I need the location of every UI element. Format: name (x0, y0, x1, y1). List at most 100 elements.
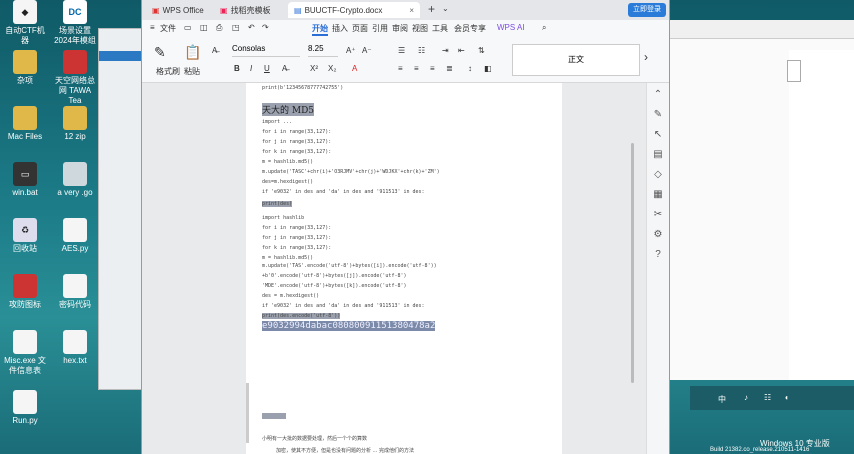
help-icon[interactable]: ? (652, 249, 664, 261)
justify-icon[interactable]: ≣ (446, 64, 453, 73)
font-color-icon[interactable]: A (352, 64, 357, 73)
menu-review[interactable]: 审阅 (392, 23, 408, 34)
desktop-icon-mac-files[interactable]: Mac Files (2, 106, 48, 142)
document-line[interactable]: print(b'12345678777742755') (262, 85, 343, 91)
document-line[interactable]: import ... (262, 119, 292, 125)
chart-icon[interactable]: ▦ (652, 189, 664, 201)
desktop-icon-ctf[interactable]: ◆ 自动CTF机器 (2, 0, 48, 46)
chevron-up-icon[interactable]: ⌃ (652, 89, 664, 101)
network-icon[interactable]: ☷ (764, 393, 771, 402)
desktop-icon-go[interactable]: a very .go (52, 162, 98, 198)
document-line[interactable]: for i in range(33,127): (262, 129, 331, 135)
scrollbar[interactable] (631, 143, 634, 383)
pen-icon[interactable]: ✎ (652, 109, 664, 121)
explorer-window[interactable] (98, 28, 144, 390)
preview-icon[interactable]: ◳ (232, 23, 240, 32)
clear-format-icon[interactable]: A̶ (212, 46, 217, 55)
settings-icon[interactable]: ⚙ (652, 229, 664, 241)
document-line[interactable]: for j in range(33,127): (262, 139, 331, 145)
close-tab-icon[interactable]: × (409, 6, 414, 15)
font-size-select[interactable]: 8.25 (308, 44, 338, 57)
document-line[interactable]: 小明有一大批的数据要处理，然后一个个的算数 (262, 435, 367, 442)
format-painter-icon[interactable]: ✎ (154, 44, 166, 61)
menu-reference[interactable]: 引用 (372, 23, 388, 34)
bullet-list-icon[interactable]: ☰ (398, 46, 405, 55)
undo-icon[interactable]: ↶ (248, 23, 255, 32)
chevron-down-icon[interactable]: ⌄ (442, 4, 449, 13)
document-line[interactable]: for i in range(33,127): (262, 225, 331, 231)
desktop-icon-scenario[interactable]: DC 场景设置 2024年模组 (52, 0, 98, 46)
document-line[interactable]: for k in range(33,127): (262, 149, 331, 155)
menu-member[interactable]: 会员专享 (454, 23, 486, 34)
subscript-icon[interactable]: X₂ (328, 64, 336, 73)
ime-language[interactable]: 中 (718, 394, 726, 405)
document-line[interactable]: 天大的 MD5 (262, 103, 315, 116)
menu-start[interactable]: 开始 (312, 23, 328, 36)
desktop-icon-attack[interactable]: 攻防图标 (2, 274, 48, 310)
login-button[interactable]: 立即登录 (628, 3, 666, 17)
volume-icon[interactable]: ◖ (784, 393, 789, 402)
italic-button[interactable]: I (250, 64, 252, 73)
menu-insert[interactable]: 插入 (332, 23, 348, 34)
document-line[interactable]: 'MDE'.encode('utf-8')+bytes([k]).encode(… (262, 283, 407, 289)
desktop-icon-misc-exe[interactable]: Misc.exe 文件信息表 (2, 330, 48, 376)
new-tab-button[interactable]: + (428, 2, 435, 16)
align-center-icon[interactable]: ≡ (414, 64, 419, 73)
document-line[interactable]: 加密，使其不方便，但是也没有问题的分析 ... 完成他们的方法 (276, 447, 414, 454)
desktop-icon-crypto-code[interactable]: 密码代码 (52, 274, 98, 310)
layout-icon[interactable]: ▤ (652, 149, 664, 161)
document-line[interactable]: m.update('TAS'.encode('utf-8')+bytes([i]… (262, 263, 437, 269)
document-line[interactable]: des = m.hexdigest() (262, 293, 319, 299)
menu-icon[interactable]: ≡ (150, 23, 155, 32)
font-shrink-icon[interactable]: A⁻ (362, 46, 372, 55)
menu-page[interactable]: 页面 (352, 23, 368, 34)
sort-icon[interactable]: ⇅ (478, 46, 485, 55)
document-line[interactable]: if 'e9032' in des and 'da' in des and '9… (262, 303, 425, 309)
document-line[interactable]: +b'0'.encode('utf-8')+bytes([j]).encode(… (262, 273, 407, 279)
bold-button[interactable]: B (234, 64, 240, 73)
paste-button[interactable]: 粘贴 (184, 66, 200, 77)
shape-icon[interactable]: ◇ (652, 169, 664, 181)
select-icon[interactable]: ↖ (652, 129, 664, 141)
redo-icon[interactable]: ↷ (262, 23, 269, 32)
document-page[interactable]: print(b'12345678777742755') 天大的 MD5 import… (246, 83, 562, 454)
format-painter-button[interactable]: 格式刷 (156, 66, 180, 77)
desktop-icon-bat[interactable]: ▭ win.bat (2, 162, 48, 198)
desktop-icon-hex[interactable]: hex.txt (52, 330, 98, 366)
wps-writer-window[interactable]: ▣ WPS Office ▣ 找稻壳模板 ▤ BUUCTF-Crypto.doc… (141, 0, 670, 454)
document-line[interactable]: ........ (262, 413, 287, 419)
menu-wps-ai[interactable]: WPS AI (497, 23, 525, 32)
background-window-right[interactable] (668, 20, 854, 380)
document-line[interactable]: import hashlib (262, 215, 304, 221)
print-icon[interactable]: ⎙ (216, 23, 222, 33)
document-line[interactable]: print(des.encode('utf-8')) (262, 313, 341, 319)
document-line[interactable]: if 'e9032' in des and 'da' in des and '9… (262, 189, 425, 195)
document-line[interactable]: e9032994dabac08080091151380478a2 (262, 321, 436, 331)
document-line[interactable]: for k in range(33,127): (262, 245, 331, 251)
document-line[interactable]: for j in range(33,127): (262, 235, 331, 241)
indent-icon[interactable]: ⇥ (442, 46, 449, 55)
open-icon[interactable]: ◫ (200, 23, 208, 32)
superscript-icon[interactable]: X² (310, 64, 318, 73)
desktop-icon-aes[interactable]: AES.py (52, 218, 98, 254)
line-spacing-icon[interactable]: ↕ (468, 64, 472, 73)
document-line[interactable]: print(des) (262, 201, 293, 207)
desktop-icon-misc[interactable]: 杂项 (2, 50, 48, 86)
numbered-list-icon[interactable]: ☷ (418, 46, 425, 55)
chevron-right-icon[interactable]: › (644, 50, 648, 64)
shading-icon[interactable]: ◧ (484, 64, 492, 73)
align-left-icon[interactable]: ≡ (398, 64, 403, 73)
save-icon[interactable]: ▭ (184, 23, 192, 32)
tab-wps-office[interactable]: ▣ WPS Office (146, 2, 212, 18)
document-line[interactable]: des=m.hexdigest() (262, 179, 313, 185)
underline-button[interactable]: U (264, 64, 270, 73)
tab-template[interactable]: ▣ 找稻壳模板 (214, 2, 286, 18)
tools-icon[interactable]: ✂ (652, 209, 664, 221)
font-family-select[interactable]: Consolas (232, 44, 300, 57)
desktop-icon-tawa[interactable]: 天空网络总网 TAWA Tea (52, 50, 98, 106)
desktop-icon-zip[interactable]: 12 zip (52, 106, 98, 142)
document-line[interactable]: m.update('TASC'+chr(i)+'O3RJMV'+chr(j)+'… (262, 169, 440, 175)
search-icon[interactable]: ⌕ (542, 23, 546, 33)
style-gallery[interactable]: 正文 (512, 44, 640, 76)
microphone-icon[interactable]: ♪ (744, 393, 748, 402)
